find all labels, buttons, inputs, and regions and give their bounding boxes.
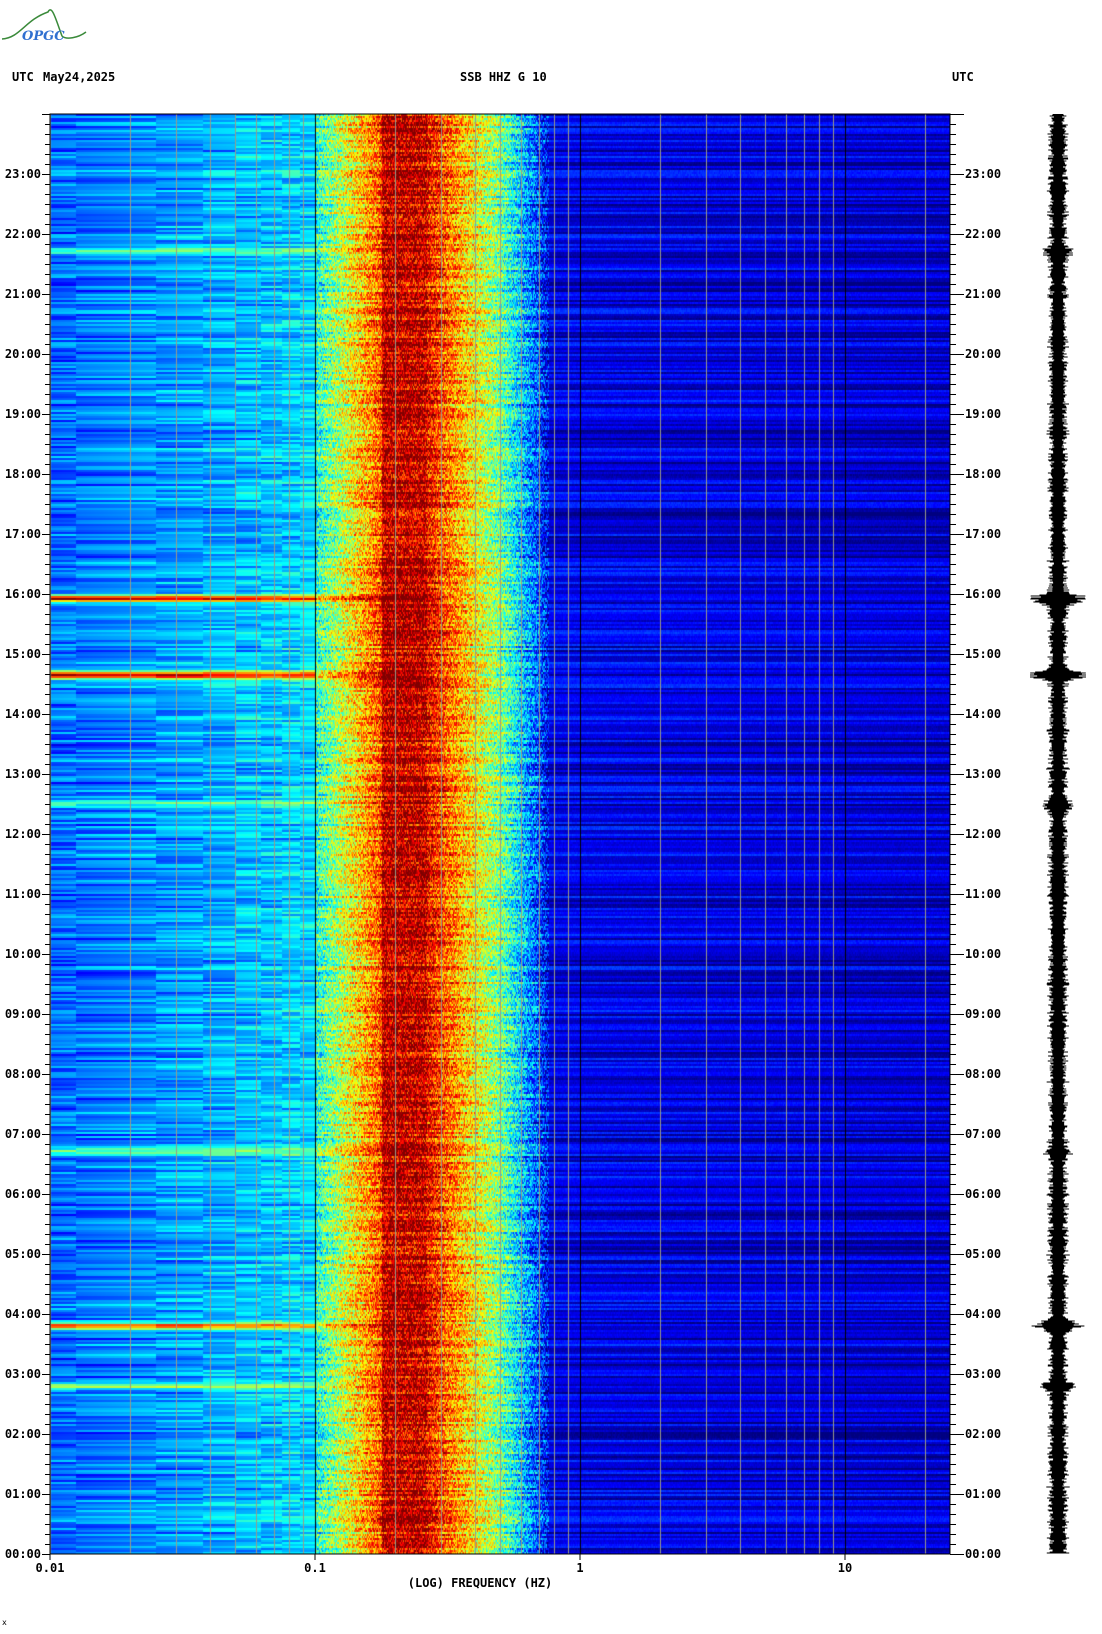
y-tick-label-right: 15:00 (965, 647, 1001, 661)
right-timezone-label: UTC (952, 70, 974, 84)
y-tick-label-right: 20:00 (965, 347, 1001, 361)
y-tick-label-left: 00:00 (5, 1547, 41, 1561)
left-timezone-label: UTC (12, 70, 34, 84)
y-tick-label-right: 00:00 (965, 1547, 1001, 1561)
y-tick-label-left: 23:00 (5, 167, 41, 181)
y-tick-label-right: 05:00 (965, 1247, 1001, 1261)
y-tick-label-right: 11:00 (965, 887, 1001, 901)
y-tick-label-right: 21:00 (965, 287, 1001, 301)
y-tick-label-right: 09:00 (965, 1007, 1001, 1021)
y-tick-label-right: 18:00 (965, 467, 1001, 481)
y-tick-label-right: 04:00 (965, 1307, 1001, 1321)
y-tick-label-left: 05:00 (5, 1247, 41, 1261)
x-axis-label: (LOG) FREQUENCY (HZ) (407, 1576, 553, 1590)
seismogram-waveform (1030, 114, 1086, 1554)
y-tick-label-right: 23:00 (965, 167, 1001, 181)
y-tick-label-right: 01:00 (965, 1487, 1001, 1501)
y-tick-label-left: 08:00 (5, 1067, 41, 1081)
y-tick-label-left: 04:00 (5, 1307, 41, 1321)
y-tick-label-left: 15:00 (5, 647, 41, 661)
y-tick-label-right: 14:00 (965, 707, 1001, 721)
y-tick-label-left: 02:00 (5, 1427, 41, 1441)
y-tick-label-left: 14:00 (5, 707, 41, 721)
y-tick-label-left: 06:00 (5, 1187, 41, 1201)
y-tick-label-left: 01:00 (5, 1487, 41, 1501)
y-tick-label-right: 17:00 (965, 527, 1001, 541)
y-tick-label-left: 20:00 (5, 347, 41, 361)
spectrogram-heatmap (50, 114, 950, 1554)
svg-text:OPGC: OPGC (22, 29, 65, 44)
y-tick-label-left: 21:00 (5, 287, 41, 301)
opgc-logo: OPGC (1, 9, 87, 44)
y-tick-label-right: 10:00 (965, 947, 1001, 961)
y-tick-label-right: 06:00 (965, 1187, 1001, 1201)
y-tick-label-left: 07:00 (5, 1127, 41, 1141)
y-tick-label-left: 16:00 (5, 587, 41, 601)
y-tick-label-left: 10:00 (5, 947, 41, 961)
y-tick-label-right: 03:00 (965, 1367, 1001, 1381)
y-tick-label-left: 03:00 (5, 1367, 41, 1381)
y-tick-label-left: 11:00 (5, 887, 41, 901)
x-tick-label: 10 (838, 1561, 852, 1575)
seismogram-trace (1030, 114, 1086, 1554)
y-tick-label-left: 17:00 (5, 527, 41, 541)
y-tick-label-right: 12:00 (965, 827, 1001, 841)
y-tick-label-left: 13:00 (5, 767, 41, 781)
y-tick-label-left: 18:00 (5, 467, 41, 481)
footer-mark: x (2, 1618, 7, 1627)
x-tick-label: 1 (576, 1561, 583, 1575)
date-label: May24,2025 (43, 70, 116, 84)
y-tick-label-right: 19:00 (965, 407, 1001, 421)
station-title: SSB HHZ G 10 (460, 70, 547, 84)
x-tick-label: 0.1 (304, 1561, 326, 1575)
y-tick-label-right: 13:00 (965, 767, 1001, 781)
y-tick-label-right: 02:00 (965, 1427, 1001, 1441)
y-tick-label-left: 19:00 (5, 407, 41, 421)
y-tick-label-right: 07:00 (965, 1127, 1001, 1141)
y-tick-label-left: 09:00 (5, 1007, 41, 1021)
y-tick-label-right: 08:00 (965, 1067, 1001, 1081)
y-tick-label-right: 22:00 (965, 227, 1001, 241)
y-tick-label-left: 22:00 (5, 227, 41, 241)
x-tick-label: 0.01 (36, 1561, 65, 1575)
y-tick-label-right: 16:00 (965, 587, 1001, 601)
y-tick-label-left: 12:00 (5, 827, 41, 841)
